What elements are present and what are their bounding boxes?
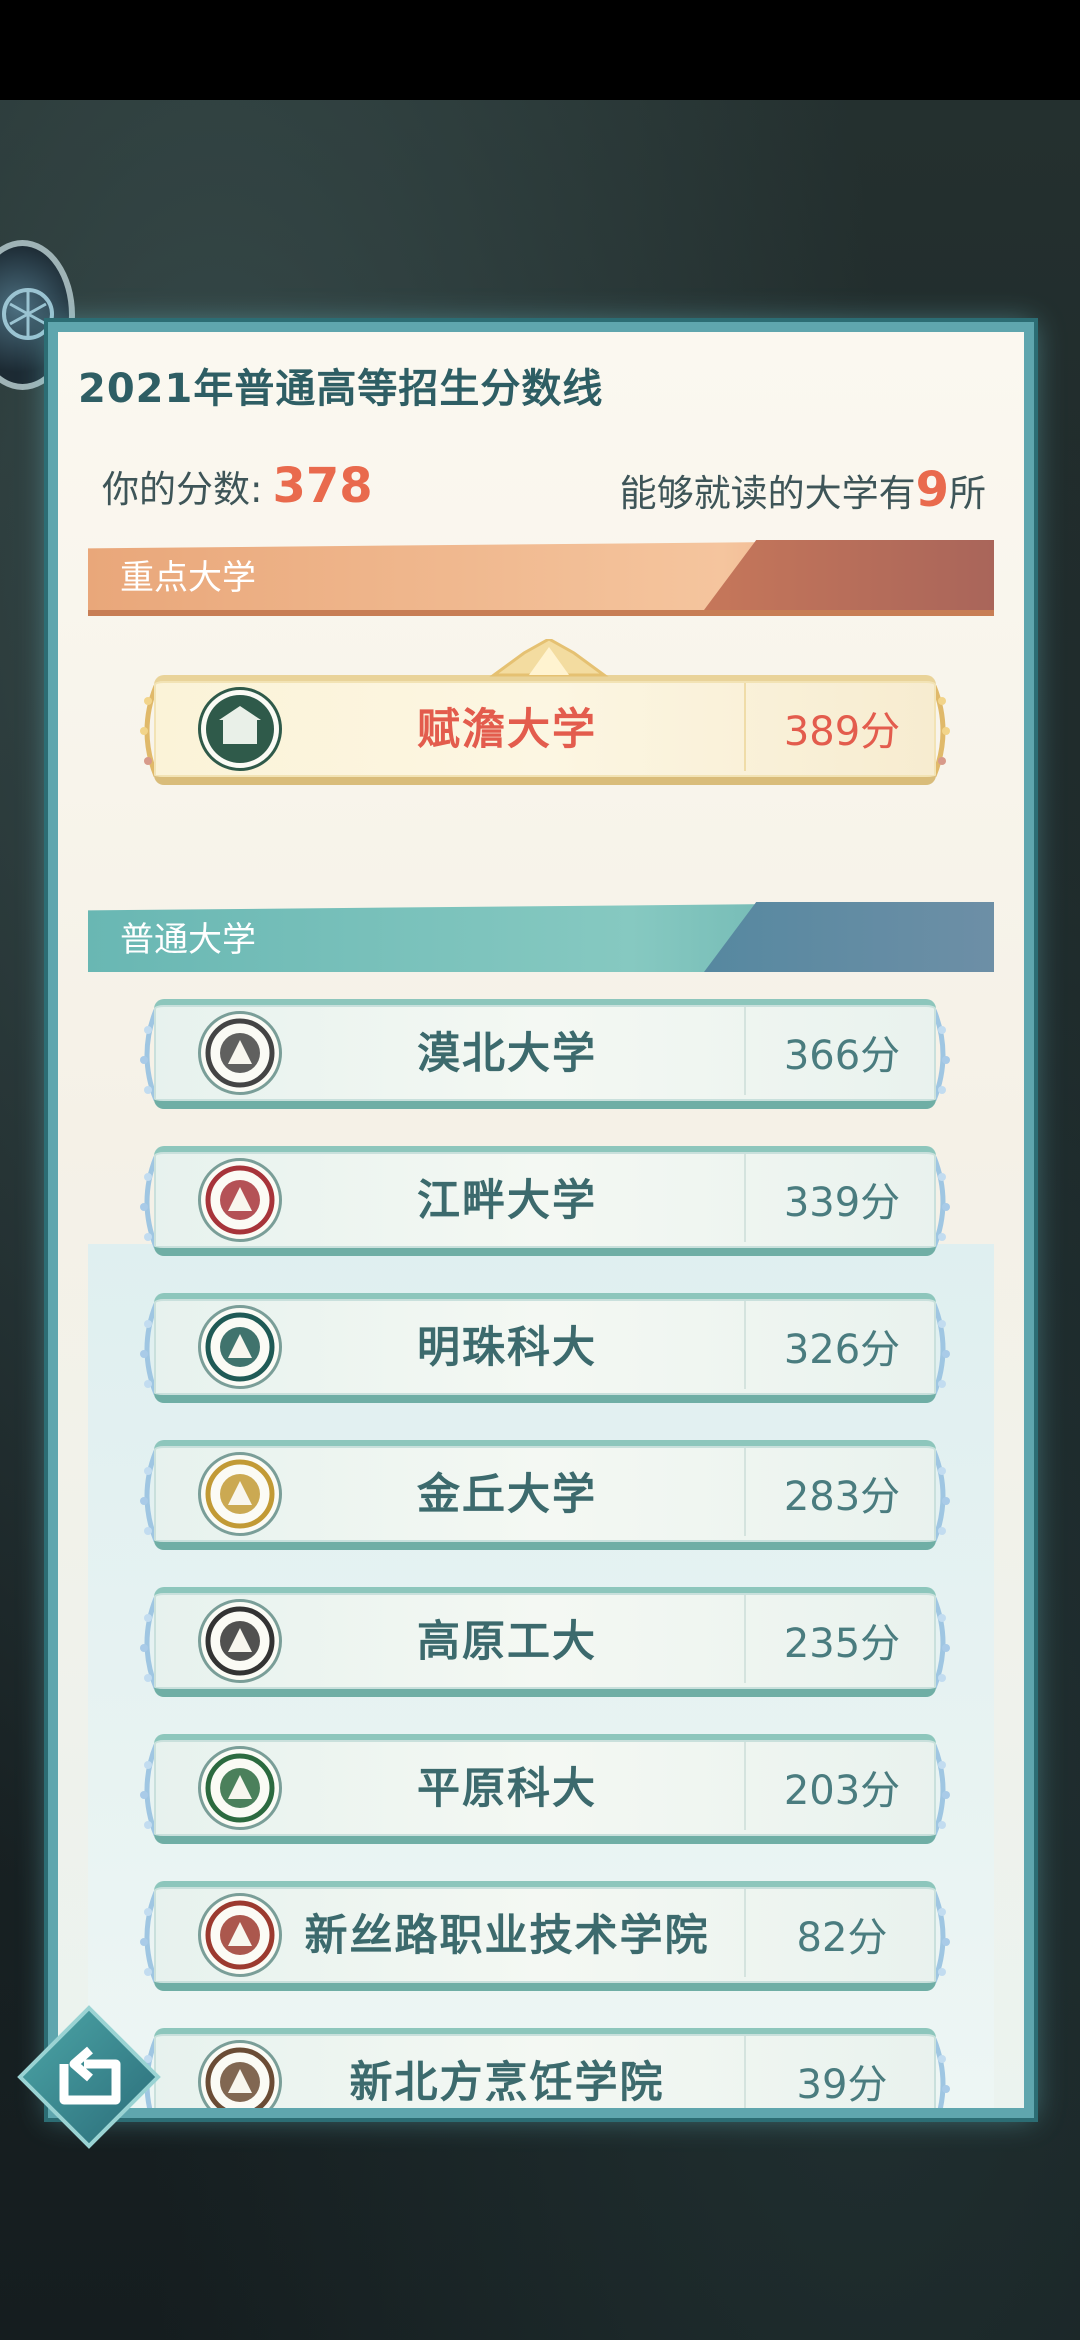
university-score: 82分: [796, 1915, 888, 1961]
university-logo-icon: [198, 1599, 282, 1683]
key-university-row[interactable]: 赋澹大学 389分: [140, 639, 950, 785]
university-score: 283分: [783, 1474, 901, 1520]
university-score: 203分: [783, 1768, 901, 1814]
university-name: 平原科大: [417, 1764, 597, 1814]
university-logo-icon: [198, 1893, 282, 1977]
university-score: 366分: [783, 1033, 901, 1079]
university-logo-icon: [198, 1011, 282, 1095]
university-score: 235分: [783, 1621, 901, 1667]
university-row[interactable]: 漠北大学 366分: [140, 999, 950, 1109]
university-score: 39分: [796, 2062, 888, 2108]
university-logo-icon: [198, 1746, 282, 1830]
university-logo-icon: [198, 1158, 282, 1242]
eligible-suffix: 所: [949, 472, 986, 515]
university-score: 339分: [783, 1180, 901, 1226]
university-name: 江畔大学: [417, 1176, 597, 1226]
university-name: 明珠科大: [417, 1323, 597, 1373]
university-logo-icon: [198, 1305, 282, 1389]
university-row[interactable]: 高原工大 235分: [140, 1587, 950, 1697]
score-panel: 2021年普通高等招生分数线 你的分数: 378 能够就读的大学有9所 重点大学 …: [48, 322, 1034, 2118]
university-row[interactable]: 金丘大学 283分: [140, 1440, 950, 1550]
section-label: 重点大学: [120, 558, 256, 598]
eligible-prefix: 能够就读的大学有: [619, 472, 916, 515]
university-logo-icon: [198, 1452, 282, 1536]
university-row[interactable]: 新丝路职业技术学院 82分: [140, 1881, 950, 1991]
university-row[interactable]: 江畔大学 339分: [140, 1146, 950, 1256]
section-normal-universities: 普通大学: [88, 902, 994, 972]
university-score: 389分: [783, 709, 901, 755]
avatar-icon: [2, 288, 54, 340]
university-row[interactable]: 平原科大 203分: [140, 1734, 950, 1844]
university-score: 326分: [783, 1327, 901, 1373]
section-label: 普通大学: [120, 920, 256, 960]
university-name: 金丘大学: [417, 1470, 597, 1520]
university-name: 新丝路职业技术学院: [304, 1911, 710, 1961]
university-name: 新北方烹饪学院: [349, 2058, 665, 2108]
university-row[interactable]: 明珠科大 326分: [140, 1293, 950, 1403]
score-label: 你的分数:: [102, 468, 263, 511]
eligible-count: 能够就读的大学有9所: [620, 462, 986, 518]
university-logo-icon: [198, 687, 282, 771]
eligible-number: 9: [915, 462, 949, 518]
page-title: 2021年普通高等招生分数线: [78, 366, 604, 412]
section-key-universities: 重点大学: [88, 540, 994, 616]
university-logo-icon: [198, 2040, 282, 2108]
your-score: 你的分数: 378: [102, 458, 373, 514]
score-value: 378: [272, 458, 373, 514]
university-row[interactable]: 新北方烹饪学院 39分: [140, 2028, 950, 2108]
status-bar: [0, 0, 1080, 100]
university-name: 高原工大: [417, 1617, 597, 1667]
back-arrow-icon[interactable]: [14, 2002, 164, 2152]
university-name: 赋澹大学: [417, 705, 597, 755]
crown-icon: [489, 639, 609, 677]
university-name: 漠北大学: [417, 1029, 597, 1079]
